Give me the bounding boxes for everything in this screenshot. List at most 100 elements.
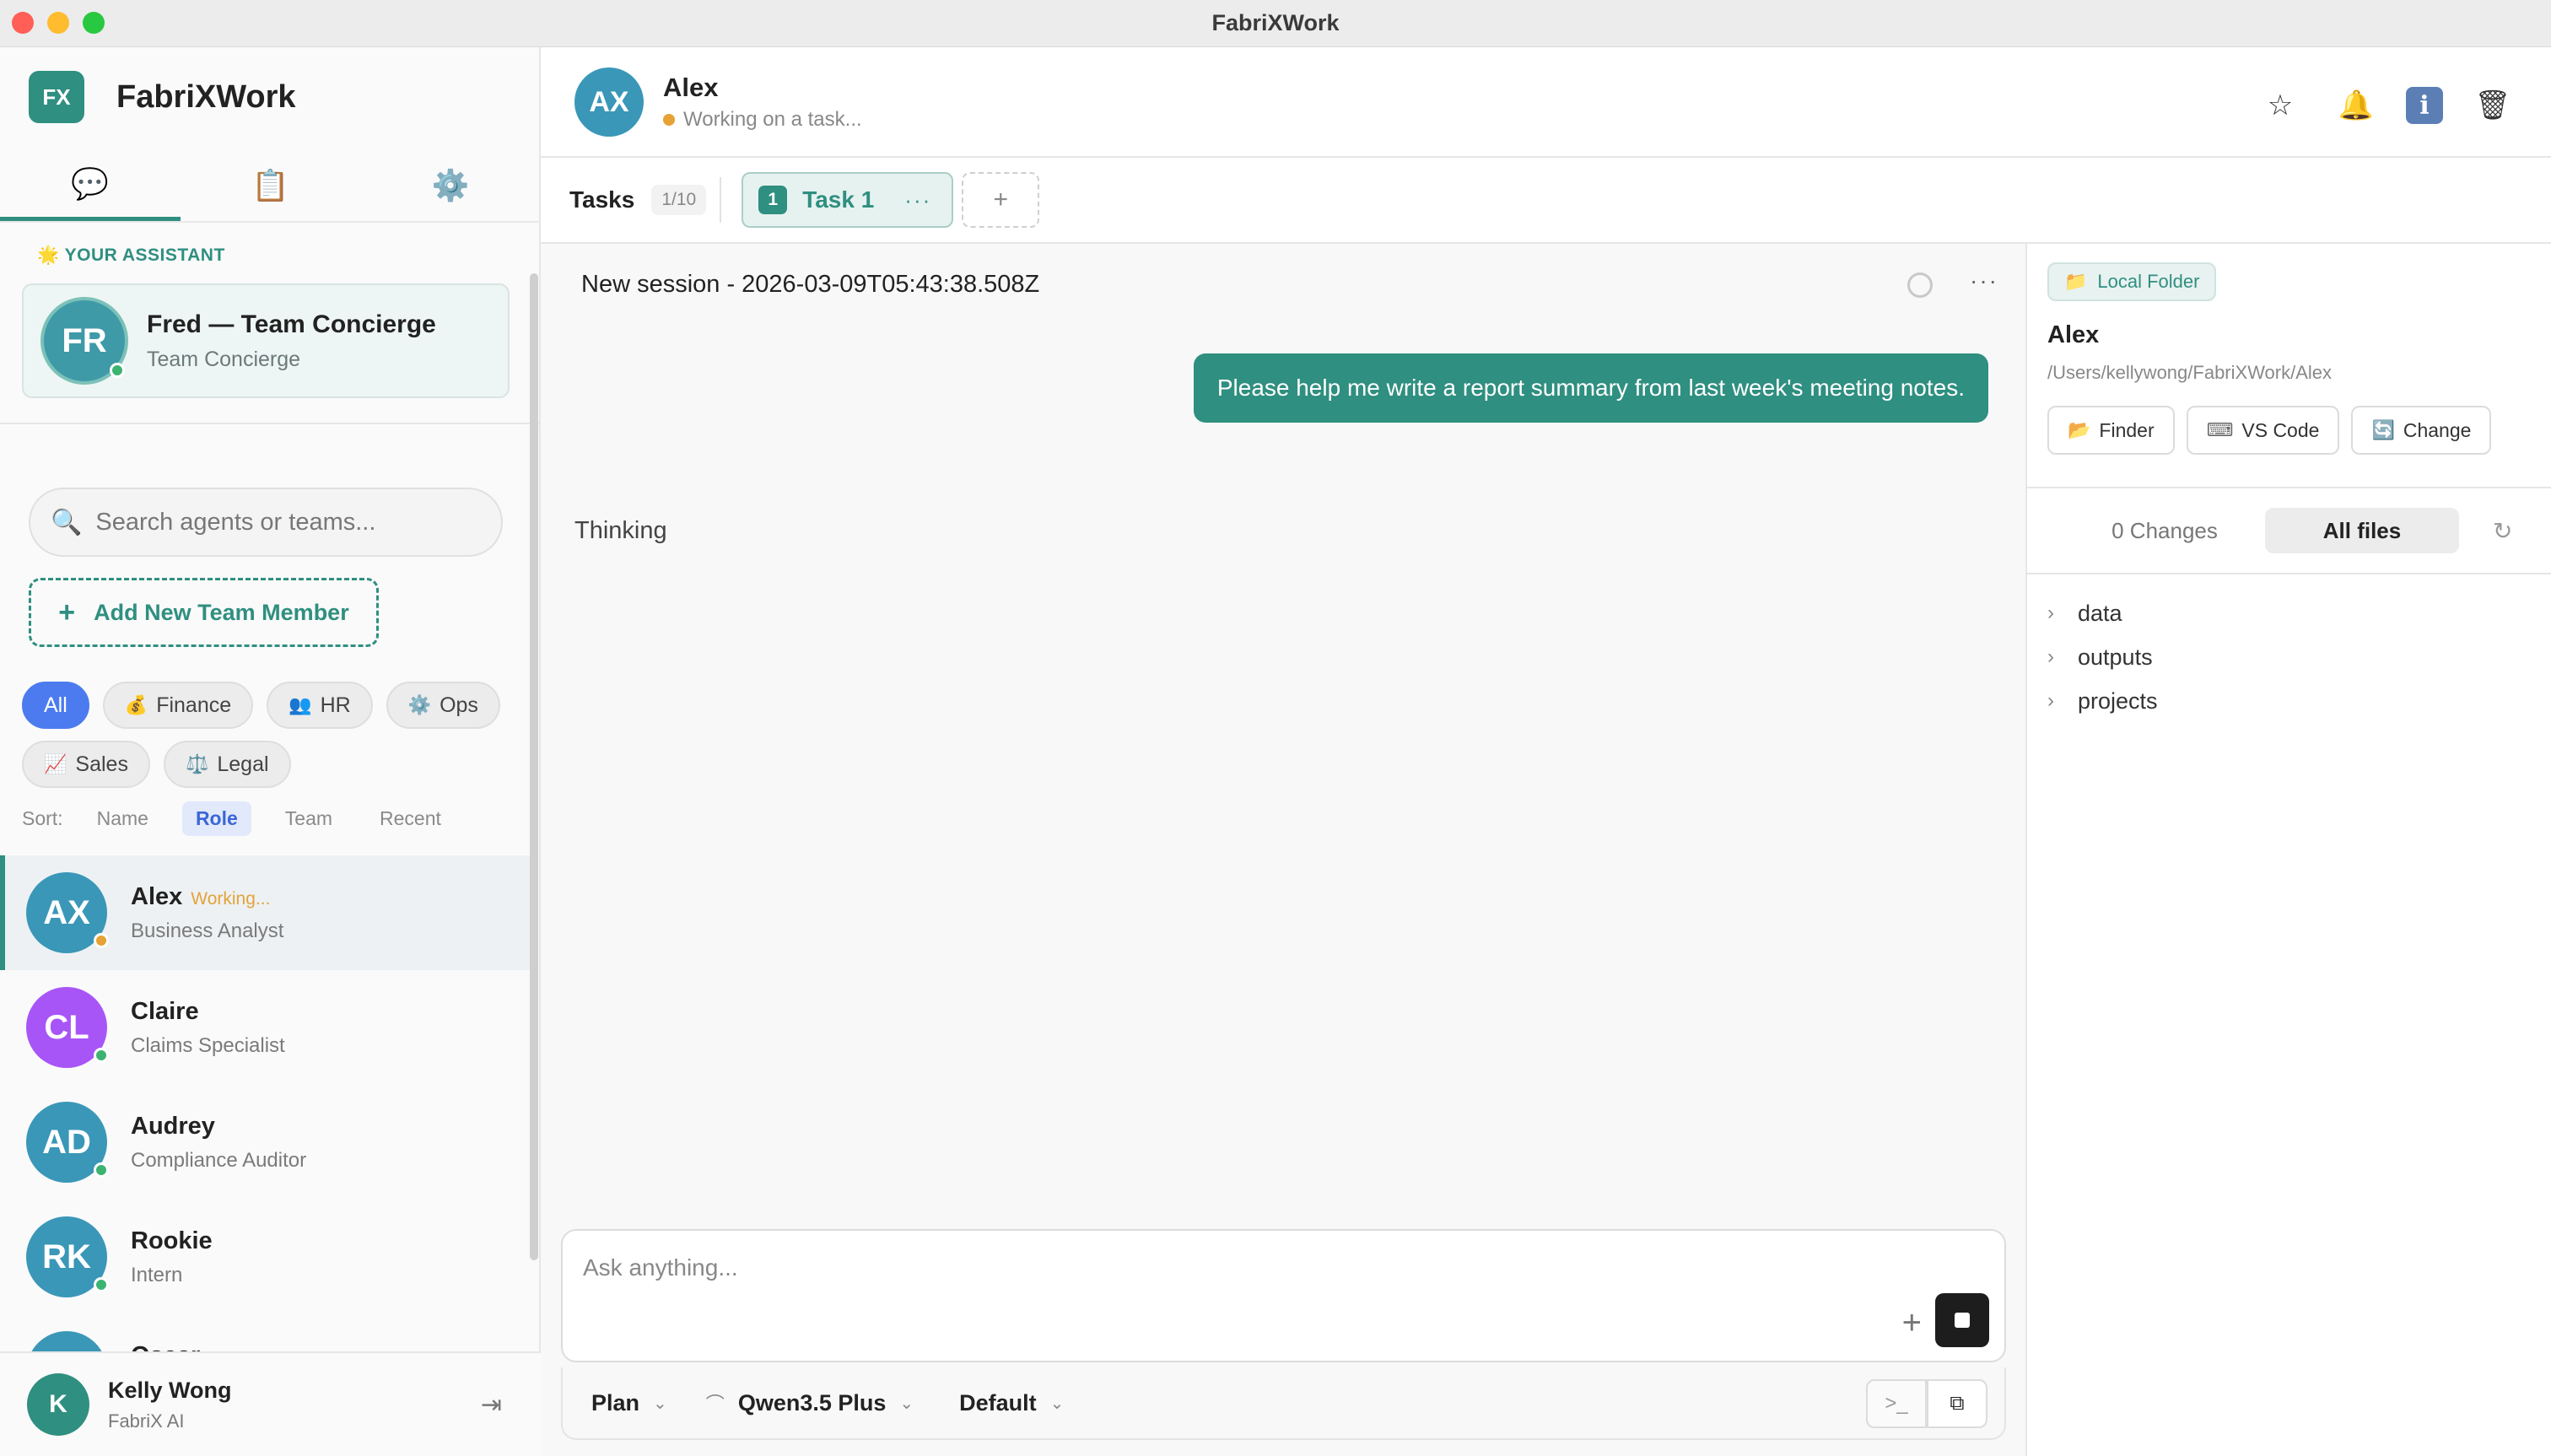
- delete-button[interactable]: 🗑: [2467, 79, 2519, 132]
- app-window: FabriXWork FX FabriXWork 💬 📋 ⚙️ 🌟 YOUR A…: [0, 0, 2551, 1456]
- clipboard-icon: 📋: [251, 168, 289, 202]
- file-tabs: 0 Changes All files ↻: [2027, 488, 2551, 573]
- gear-icon: ⚙️: [431, 168, 470, 202]
- window-title: FabriXWork: [1211, 10, 1340, 35]
- tree-item-outputs[interactable]: › outputs: [2047, 635, 2158, 679]
- member-working-badge: Working...: [191, 888, 271, 909]
- refresh-icon[interactable]: ↻: [2493, 517, 2512, 545]
- model-icon: ⌒: [705, 1394, 725, 1415]
- filter-legal[interactable]: ⚖️ Legal: [163, 741, 291, 788]
- tree-item-data[interactable]: › data: [2047, 591, 2158, 635]
- agent-name: Alex: [663, 73, 719, 102]
- attach-plus-icon[interactable]: +: [1902, 1304, 1922, 1342]
- keyboard-icon: ⌨: [2206, 419, 2234, 440]
- tab-tasks[interactable]: 📋: [181, 150, 361, 221]
- member-list: AX Alex Working... Business Analyst CL Cl…: [0, 855, 531, 1399]
- sort-role[interactable]: Role: [181, 801, 251, 836]
- mode-select[interactable]: Default ⌄: [959, 1390, 1064, 1416]
- change-folder-button[interactable]: 🔄 Change: [2351, 406, 2492, 455]
- filter-finance[interactable]: 💰 Finance: [102, 682, 254, 729]
- add-team-member-button[interactable]: + Add New Team Member: [29, 578, 379, 647]
- finder-button[interactable]: 📂 Finder: [2047, 406, 2175, 455]
- view-toggle: >_ ⧉: [1866, 1379, 1987, 1428]
- more-icon[interactable]: ···: [904, 187, 931, 213]
- split-view-button[interactable]: ⧉: [1927, 1379, 1987, 1428]
- agent-header: AX Alex Working on a task... ☆ 🔔 i 🗑: [541, 47, 2551, 158]
- maximize-window-button[interactable]: [83, 12, 105, 34]
- more-icon[interactable]: ···: [1970, 267, 1998, 294]
- add-task-button[interactable]: +: [962, 172, 1040, 228]
- money-bag-icon: 💰: [124, 694, 148, 715]
- sort-team[interactable]: Team: [272, 801, 346, 836]
- member-role: Intern: [131, 1263, 183, 1286]
- minimize-window-button[interactable]: [47, 12, 69, 34]
- plus-icon: +: [58, 596, 76, 628]
- local-folder-badge: 📁 Local Folder: [2047, 262, 2217, 301]
- tasks-count: 1/10: [651, 185, 707, 215]
- bell-icon: 🔔: [2338, 89, 2375, 121]
- info-button[interactable]: i: [2406, 87, 2443, 124]
- chevron-right-icon: ›: [2047, 601, 2054, 624]
- info-icon: i: [2419, 90, 2430, 121]
- task-name: Task 1: [802, 186, 875, 213]
- working-status-dot: [663, 114, 675, 126]
- notifications-button[interactable]: 🔔: [2330, 79, 2382, 132]
- star-button[interactable]: ☆: [2254, 79, 2306, 132]
- model-select[interactable]: ⌒ Qwen3.5 Plus ⌄: [706, 1389, 914, 1416]
- trash-icon: 🗑: [2474, 89, 2511, 121]
- tab-chat[interactable]: 💬: [0, 150, 181, 221]
- online-status-dot: [94, 1048, 109, 1063]
- filter-all[interactable]: All: [22, 682, 89, 729]
- user-footer: K Kelly Wong FabriX AI ⇥: [0, 1351, 541, 1456]
- search-input[interactable]: 🔍 Search agents or teams...: [29, 488, 503, 557]
- message-composer[interactable]: Ask anything... +: [561, 1229, 2006, 1362]
- divider: [0, 423, 541, 424]
- filter-sales[interactable]: 📈 Sales: [22, 741, 150, 788]
- member-role: Claims Specialist: [131, 1033, 285, 1057]
- assistant-section-label: 🌟 YOUR ASSISTANT: [37, 245, 225, 265]
- plan-select[interactable]: Plan ⌄: [591, 1390, 667, 1416]
- sort-name[interactable]: Name: [84, 801, 162, 836]
- chat-bubble-icon: 💬: [71, 165, 110, 201]
- close-window-button[interactable]: [12, 12, 34, 34]
- session-status-icon[interactable]: [1907, 272, 1933, 298]
- user-org: FabriX AI: [108, 1410, 185, 1432]
- chevron-down-icon: ⌄: [899, 1394, 914, 1413]
- filter-hr[interactable]: 👥 HR: [267, 682, 373, 729]
- logout-icon[interactable]: ⇥: [481, 1390, 502, 1420]
- member-item-audrey[interactable]: AD Audrey Compliance Auditor: [0, 1085, 531, 1200]
- chart-up-icon: 📈: [44, 753, 67, 774]
- member-item-rookie[interactable]: RK Rookie Intern: [0, 1200, 531, 1314]
- member-item-claire[interactable]: CL Claire Claims Specialist: [0, 970, 531, 1085]
- chevron-down-icon: ⌄: [1049, 1394, 1065, 1413]
- vscode-button[interactable]: ⌨ VS Code: [2186, 406, 2340, 455]
- tab-settings[interactable]: ⚙️: [360, 150, 541, 221]
- stop-button[interactable]: [1935, 1293, 1989, 1347]
- member-role: Compliance Auditor: [131, 1148, 307, 1172]
- search-icon: 🔍: [51, 508, 83, 537]
- refresh-icon: 🔄: [2371, 419, 2395, 440]
- member-name: Audrey: [131, 1112, 215, 1140]
- assistant-card[interactable]: FR Fred — Team Concierge Team Concierge: [22, 283, 510, 398]
- assistant-role: Team Concierge: [147, 347, 301, 371]
- filter-chips: All 💰 Finance 👥 HR ⚙️ Ops 📈 Sales ⚖️ Legal: [22, 682, 528, 788]
- tree-item-projects[interactable]: › projects: [2047, 679, 2158, 723]
- sort-recent[interactable]: Recent: [366, 801, 455, 836]
- star-icon: ☆: [2267, 89, 2294, 121]
- task-tab-1[interactable]: 1 Task 1 ···: [742, 172, 954, 228]
- filter-ops[interactable]: ⚙️ Ops: [386, 682, 500, 729]
- tab-changes[interactable]: 0 Changes: [2068, 508, 2262, 553]
- composer-placeholder: Ask anything...: [583, 1254, 738, 1281]
- member-name: Rookie: [131, 1227, 213, 1254]
- terminal-icon: >_: [1885, 1392, 1908, 1415]
- brand-logo: FX: [29, 71, 84, 123]
- chevron-right-icon: ›: [2047, 645, 2054, 668]
- member-item-alex[interactable]: AX Alex Working... Business Analyst: [0, 855, 531, 970]
- tab-all-files[interactable]: All files: [2265, 508, 2459, 553]
- folder-icon: 📁: [2064, 271, 2088, 292]
- member-name: Alex: [131, 882, 183, 910]
- sidebar-scrollbar[interactable]: [530, 273, 538, 1260]
- search-placeholder: Search agents or teams...: [95, 508, 376, 536]
- terminal-button[interactable]: >_: [1866, 1379, 1927, 1428]
- member-role: Business Analyst: [131, 919, 284, 942]
